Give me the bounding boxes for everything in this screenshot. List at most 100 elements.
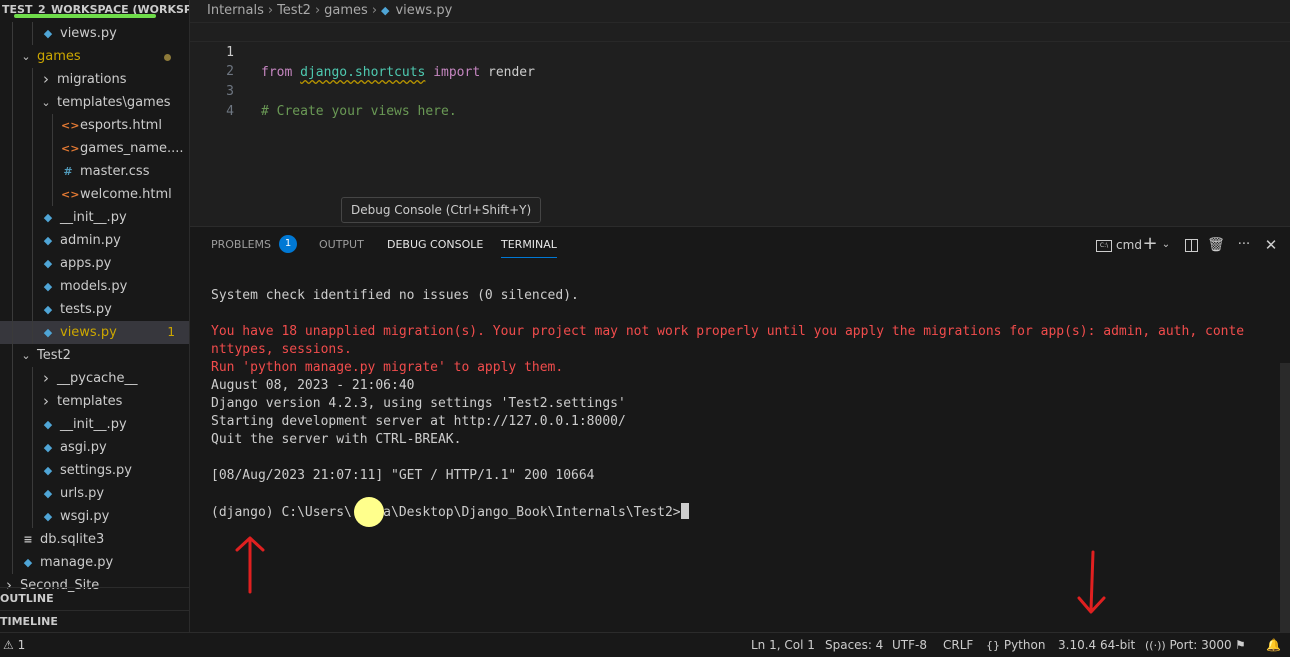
breadcrumb-item-games[interactable]: games [324,3,368,18]
bottom-panel: PROBLEMS 1 OUTPUT DEBUG CONSOLE TERMINAL … [190,226,1290,633]
port-label: Port: 3000 [1169,638,1232,652]
encoding-status[interactable]: UTF-8 [892,633,927,657]
notifications-button[interactable]: 🔔 [1266,633,1281,657]
live-server-port[interactable]: ((·)) Port: 3000 [1145,633,1232,657]
terminal-scrollbar[interactable] [1280,363,1290,633]
python-file-icon: ◆ [43,441,53,454]
tree-item-label: models.py [60,279,128,294]
tree-item[interactable]: ◆ views.py 1 [0,321,189,344]
tree-item[interactable]: ≡ db.sqlite3 [0,528,189,551]
tab-debug-console[interactable]: DEBUG CONSOLE [387,227,483,263]
tree-item[interactable]: ◆ settings.py [0,459,189,482]
chevron-down-icon: ⌄ [21,349,31,362]
indent-guide [52,137,53,160]
prompt-text: (django) C:\Users\ a\Desktop\Django_Book… [211,505,681,520]
tab-terminal[interactable]: TERMINAL [501,227,557,263]
tree-item[interactable]: <> games_name.... [0,137,189,160]
terminal-line: Run 'python manage.py migrate' to apply … [211,360,564,375]
breadcrumb-item-test2[interactable]: Test2 [277,3,311,18]
tree-item[interactable]: <> esports.html [0,114,189,137]
cursor-position[interactable]: Ln 1, Col 1 [751,633,815,657]
tree-item[interactable]: ◆ models.py [0,275,189,298]
explorer-sidebar: TEST_2_WORKSPACE (WORKSPA... ◆ views.py ⌄ g… [0,0,190,632]
code-line-1[interactable]: 1 from django.shortcuts import render [190,22,1290,80]
tree-item-label: templates [57,394,123,409]
tree-item[interactable]: # master.css [0,160,189,183]
braces-icon: {} [986,639,1000,652]
indent-guide [12,45,13,68]
tree-item[interactable]: ◆ apps.py [0,252,189,275]
chevron-down-icon: ⌄ [21,50,31,63]
kill-terminal-button[interactable]: 🗑 [1207,235,1225,255]
new-terminal-button[interactable]: + [1141,235,1159,255]
tree-item-label: __pycache__ [57,371,138,386]
code-line-2[interactable]: 2 [190,42,1290,79]
indent-guide [12,413,13,436]
tree-item[interactable]: › migrations [0,68,189,91]
tree-item[interactable]: ⌄ games [0,45,189,68]
tree-item[interactable]: ◆ views.py [0,22,189,45]
python-file-icon: ◆ [43,303,53,316]
tree-item[interactable]: ◆ asgi.py [0,436,189,459]
tree-item[interactable]: › __pycache__ [0,367,189,390]
chevron-right-icon: › [314,3,321,18]
terminal-icon: C:\ [1096,239,1113,252]
outline-section-header[interactable]: OUTLINE [0,587,189,609]
split-icon [1184,238,1198,252]
terminal-line: System check identified no issues (0 sil… [211,288,579,303]
terminal-line: Starting development server at http://12… [211,414,626,429]
tree-item[interactable]: › templates [0,390,189,413]
tree-item[interactable]: ◆ admin.py [0,229,189,252]
tree-item[interactable]: ⌄ templates\games [0,91,189,114]
workspace-header[interactable]: TEST_2_WORKSPACE (WORKSPA... [0,0,189,22]
html-file-icon: <> [61,119,80,132]
tree-item-label: tests.py [60,302,112,317]
terminal-line: Django version 4.2.3, using settings 'Te… [211,396,626,411]
more-actions-button[interactable]: ··· [1234,235,1254,255]
indent-guide [12,183,13,206]
tab-output[interactable]: OUTPUT [319,227,364,263]
breadcrumb: Internals › Test2 › games › ◆ views.py [190,0,1290,22]
problems-status[interactable]: ⚠ 1 [3,633,25,657]
indent-guide [32,91,33,114]
code-line-3[interactable]: 3 # Create your views here. [190,62,1290,119]
indent-guide [32,206,33,229]
tree-item-label: esports.html [80,118,162,133]
tree-item-label: admin.py [60,233,121,248]
split-terminal-button[interactable] [1182,235,1200,255]
launch-profile-button[interactable]: ⌄ [1159,235,1173,255]
breadcrumb-item-internals[interactable]: Internals [207,3,264,18]
indent-guide [32,183,33,206]
code-editor[interactable]: 1 from django.shortcuts import render 2 … [190,22,1290,119]
python-interpreter[interactable]: 3.10.4 64-bit [1058,633,1135,657]
tab-problems[interactable]: PROBLEMS 1 [211,227,298,263]
indent-guide [32,482,33,505]
indent-guide [12,482,13,505]
language-mode[interactable]: {} Python [986,633,1045,657]
tree-item[interactable]: ◆ __init__.py [0,413,189,436]
indentation-status[interactable]: Spaces: 4 [825,633,883,657]
eol-status[interactable]: CRLF [943,633,973,657]
breadcrumb-item-views-py[interactable]: views.py [395,3,452,18]
close-panel-button[interactable]: ✕ [1262,235,1280,255]
indent-guide [12,91,13,114]
feedback-button[interactable]: ⚑ [1235,633,1246,657]
tree-item[interactable]: <> welcome.html [0,183,189,206]
tree-item[interactable]: ◆ manage.py [0,551,189,574]
tree-item[interactable]: ◆ __init__.py [0,206,189,229]
timeline-section-header[interactable]: TIMELINE [0,610,189,632]
tree-item[interactable]: ◆ urls.py [0,482,189,505]
tree-item[interactable]: ◆ wsgi.py [0,505,189,528]
tree-item-label: migrations [57,72,127,87]
plus-icon: + [1142,233,1158,254]
indent-guide [12,551,13,574]
close-icon: ✕ [1264,236,1278,254]
css-file-icon: # [63,165,73,178]
tree-item[interactable]: ⌄ Test2 [0,344,189,367]
code-comment: # Create your views here. [261,104,457,119]
panel-tab-bar: PROBLEMS 1 OUTPUT DEBUG CONSOLE TERMINAL … [190,227,1290,263]
tree-item[interactable]: ◆ tests.py [0,298,189,321]
code-line-4[interactable]: 4 [190,82,1290,119]
terminal-output[interactable]: System check identified no issues (0 sil… [211,287,1281,522]
